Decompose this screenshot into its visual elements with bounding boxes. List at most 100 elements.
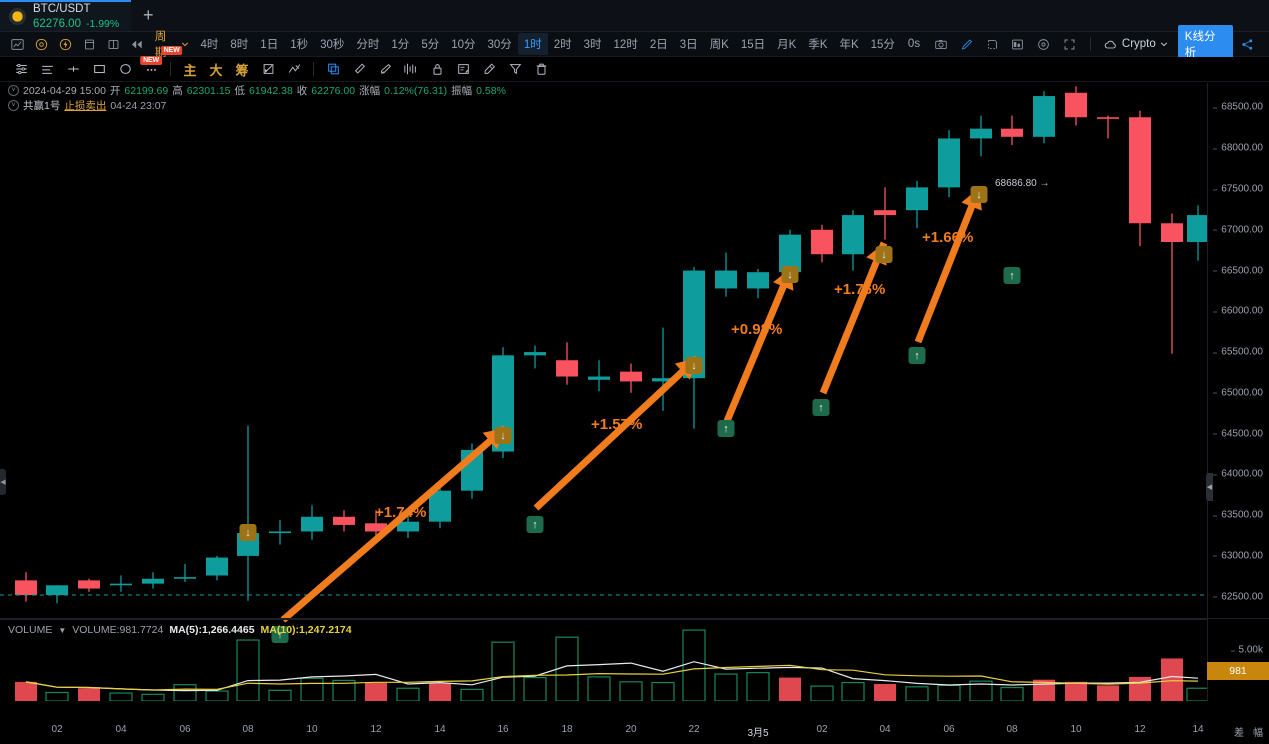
timeframe-17[interactable]: 周K [704, 33, 735, 55]
sell-signal-marker[interactable]: ↓ [781, 266, 799, 283]
collapse-chevron-icon[interactable]: ˅ [8, 85, 19, 96]
volume-title[interactable]: VOLUME [8, 624, 52, 636]
high-price-label: 68686.80 → [995, 178, 1050, 189]
left-panel-toggle[interactable]: ◀ [0, 469, 6, 495]
timeframe-8[interactable]: 5分 [415, 33, 445, 55]
legend-change: 0.12%(76.31) [384, 84, 448, 97]
share-icon[interactable] [1235, 33, 1259, 55]
settings-icon[interactable] [1032, 33, 1056, 55]
right-panel-toggle[interactable]: ◀ [1206, 473, 1213, 501]
eraser-icon[interactable] [346, 58, 372, 80]
magnet-icon[interactable] [372, 58, 398, 80]
chart-type-icon[interactable] [6, 33, 30, 55]
compass-icon[interactable] [30, 33, 54, 55]
volume-bar [78, 688, 100, 701]
timeframe-4[interactable]: 1秒 [284, 33, 314, 55]
candle [1097, 115, 1119, 139]
timeframe-11[interactable]: 1时 [517, 33, 548, 55]
volume-chevron-down-icon[interactable]: ▼ [58, 626, 66, 635]
ellipse-icon[interactable] [112, 58, 138, 80]
volume-value: VOLUME:981.7724 [72, 624, 164, 636]
timeframe-20[interactable]: 季K [802, 33, 833, 55]
note-icon[interactable] [450, 58, 476, 80]
sell-signal-marker[interactable]: ↓ [875, 246, 893, 263]
rectangle-icon[interactable] [86, 58, 112, 80]
timeframe-3[interactable]: 1日 [254, 33, 284, 55]
horizontal-lines-icon[interactable] [8, 58, 34, 80]
volume-ma5: MA(5):1,266.4465 [169, 624, 255, 636]
timeframe-5[interactable]: 30秒 [314, 33, 350, 55]
volume-value-badge: 981 [1207, 662, 1269, 680]
candlestick-canvas[interactable] [0, 83, 1207, 701]
timeframe-16[interactable]: 3日 [674, 33, 704, 55]
buy-signal-marker[interactable]: ↑ [812, 399, 830, 416]
legend-open: 62199.69 [124, 84, 169, 97]
trading-chart-app: BTC/USDT 62276.00 -1.99% + 周 NEW 4时 8时 1… [0, 0, 1269, 744]
large-label-icon[interactable]: 大 [203, 58, 229, 80]
percent-annotation: +1.74% [375, 504, 427, 521]
timeframe-13[interactable]: 3时 [578, 33, 608, 55]
timeframe-9[interactable]: 10分 [445, 33, 481, 55]
timeframe-7[interactable]: 1分 [385, 33, 415, 55]
timeframe-22[interactable]: 15分 [865, 33, 901, 55]
date-tick: 02 [51, 724, 63, 735]
buy-signal-marker[interactable]: ↑ [1003, 267, 1021, 284]
volume-bar [491, 641, 515, 701]
buy-signal-marker[interactable]: ↑ [717, 420, 735, 437]
volume-bar [15, 681, 37, 701]
pencil-icon[interactable] [955, 33, 979, 55]
chip-label-icon[interactable]: 筹 [229, 58, 255, 80]
timeframe-14[interactable]: 12时 [608, 33, 644, 55]
segment-icon[interactable] [60, 58, 86, 80]
trash-icon[interactable] [528, 58, 554, 80]
main-label-icon[interactable]: 主 [177, 58, 203, 80]
buy-signal-marker[interactable]: ↑ [908, 347, 926, 364]
candle [1001, 115, 1023, 145]
sell-signal-marker[interactable]: ↓ [685, 357, 703, 374]
layout-icon[interactable] [101, 33, 125, 55]
parallel-lines-icon[interactable] [34, 58, 60, 80]
buy-signal-marker[interactable]: ↑ [526, 516, 544, 533]
timeframe-21[interactable]: 年K [833, 33, 864, 55]
price-axis[interactable]: 68500.00 68000.00 67500.00 67000.00 66500.00… [1207, 83, 1269, 701]
timeframe-2[interactable]: 8时 [224, 33, 254, 55]
sell-signal-marker[interactable]: ↓ [970, 186, 988, 203]
fullscreen-icon[interactable] [1057, 33, 1081, 55]
link-icon[interactable] [476, 58, 502, 80]
timeframe-6[interactable]: 分时 [350, 33, 385, 55]
price-tick: 63000.00 [1213, 550, 1263, 561]
drawing-toolbar: NEW 主 大 筹 [0, 56, 1269, 82]
flash-icon[interactable] [54, 33, 78, 55]
strategy-collapse-chevron-icon[interactable]: ˅ [8, 100, 19, 111]
filter-icon[interactable] [502, 58, 528, 80]
market-dropdown[interactable]: Crypto [1100, 38, 1172, 50]
legend-change-label: 涨幅 [359, 85, 381, 97]
export-icon[interactable] [980, 33, 1004, 55]
camera-icon[interactable] [929, 33, 953, 55]
more-shapes-icon[interactable]: NEW [138, 56, 164, 80]
sell-signal-marker[interactable]: ↓ [494, 427, 512, 444]
indicator-icon[interactable] [1006, 33, 1030, 55]
replay-speed-label[interactable]: 0s [901, 38, 927, 50]
sell-signal-marker[interactable]: ↓ [239, 524, 257, 541]
add-tab-button[interactable]: + [131, 0, 165, 31]
wave-icon[interactable] [281, 58, 307, 80]
lock-icon[interactable] [424, 58, 450, 80]
calendar-icon[interactable] [77, 33, 101, 55]
measure-icon[interactable] [398, 58, 424, 80]
timeframe-18[interactable]: 15日 [735, 33, 771, 55]
time-axis[interactable]: 02 04 06 08 10 12 14 16 18 20 22 3月5 02 04 06 08 10 12 14 … [0, 719, 1269, 744]
chart-area[interactable]: +1.74% +1.57% +0.98% +1.76% +1.66% ↓ ↑ ↓ ↑ ↓ ↑ ↓ ↑ ↓ ↑… [0, 83, 1269, 718]
timeframe-12[interactable]: 2时 [548, 33, 578, 55]
timeframe-10[interactable]: 30分 [482, 33, 518, 55]
symbol-tab[interactable]: BTC/USDT 62276.00 -1.99% [0, 0, 132, 31]
rewind-icon[interactable] [125, 33, 149, 55]
copy-icon[interactable] [320, 58, 346, 80]
timeframe-1[interactable]: 4时 [194, 33, 224, 55]
pattern-icon[interactable] [255, 58, 281, 80]
timeframe-15[interactable]: 2日 [644, 33, 674, 55]
timeframe-19[interactable]: 月K [771, 33, 802, 55]
volume-bar [1129, 676, 1151, 701]
volume-ma10: MA(10):1,247.2174 [260, 624, 352, 636]
trend-arrow [914, 186, 983, 344]
